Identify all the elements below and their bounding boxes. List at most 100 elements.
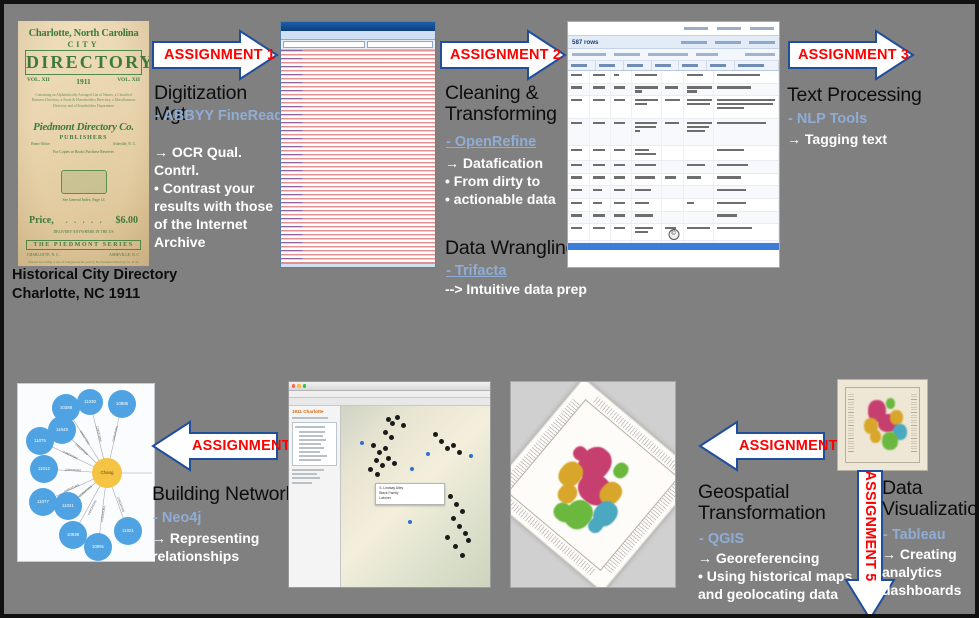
network-center-label: Chang xyxy=(101,470,114,475)
openrefine-scrollbar[interactable] xyxy=(568,243,779,250)
svg-text:11077: 11077 xyxy=(37,499,49,504)
ocr-source-text xyxy=(281,50,435,263)
cover-price-dots: . . . . . xyxy=(65,215,104,226)
ocr-tabstrip xyxy=(281,31,435,40)
cover-price-value: $6.00 xyxy=(115,215,138,227)
cover-seal xyxy=(60,170,107,195)
step-6-tool: - Neo4j xyxy=(153,510,202,526)
step-5-bullets: → Creating analytics dashboards xyxy=(882,546,962,599)
map-sheet xyxy=(511,382,675,587)
table-row xyxy=(568,83,779,97)
assignment-4-arrow-label: ASSIGNMENT 4 xyxy=(739,438,851,454)
step-2-tool-2: - Trifacta xyxy=(446,263,507,279)
step-2-tool: - OpenRefine xyxy=(446,134,537,150)
cover-index-note: See General Index, Page 14 xyxy=(62,198,105,203)
cover-city-word: CITY xyxy=(67,40,100,49)
ocr-titlebar xyxy=(281,22,435,31)
table-row xyxy=(568,146,779,162)
assignment-1-arrow-label: ASSIGNMENT 1 xyxy=(164,47,276,63)
openrefine-row-count: 587 rows xyxy=(572,38,599,46)
svg-text:11021: 11021 xyxy=(122,528,134,533)
svg-text:COEDITORS: COEDITORS xyxy=(74,442,89,456)
assignment-6-arrow[interactable]: ASSIGNMENT 6 xyxy=(151,420,303,472)
table-row xyxy=(568,71,779,84)
cover-series: THE PIEDMONT SERIES xyxy=(26,240,141,251)
svg-text:COEDITORS: COEDITORS xyxy=(65,468,81,473)
assignment-3-arrow[interactable]: ASSIGNMENT 3 xyxy=(788,29,915,81)
map-feature-popup: S. Lindsay Alley Black Family Laborer xyxy=(375,483,446,505)
assignment-6-arrow-label: ASSIGNMENT 6 xyxy=(192,438,304,454)
svg-text:10885: 10885 xyxy=(116,401,129,406)
svg-text:10939: 10939 xyxy=(67,532,80,537)
step-1-tool: - ABBYY FineReader xyxy=(155,108,297,124)
assignment-3-arrow-label: ASSIGNMENT 3 xyxy=(798,47,910,63)
svg-text:10388: 10388 xyxy=(60,405,73,410)
table-row xyxy=(568,96,779,120)
svg-text:COEDITORS: COEDITORS xyxy=(95,426,103,443)
svg-text:COEDITORS: COEDITORS xyxy=(64,483,80,493)
qgis-layer-title: 1911 Charlotte xyxy=(292,409,324,414)
cover-seal-note: For Copies or Books Purchase Reserves xyxy=(53,150,114,155)
step-5-title: Data Visualization xyxy=(882,477,979,521)
qgis-titlebar xyxy=(289,382,490,391)
table-row xyxy=(568,173,779,187)
cover-foot-left: CHARLOTTE, N. C. xyxy=(27,253,60,258)
ocr-addressbar xyxy=(281,40,435,50)
directory-caption: Historical City Directory Charlotte, NC … xyxy=(12,267,178,302)
openrefine-column-headers xyxy=(568,61,779,71)
table-row xyxy=(568,186,779,199)
svg-text:COEDITORS: COEDITORS xyxy=(111,425,119,442)
cover-year: 1911 xyxy=(76,77,91,86)
ocr-url-field xyxy=(283,41,365,48)
svg-text:COEDITORS: COEDITORS xyxy=(116,496,125,513)
network-svg: COEDITORS COEDITORS COEDITORS COEDITORS … xyxy=(26,389,152,561)
cover-blurb: Containing an Alphabetically Arranged Li… xyxy=(31,93,136,108)
step-3-tool: - NLP Tools xyxy=(788,111,868,127)
svg-text:11012: 11012 xyxy=(38,466,50,471)
qgis-toolbar xyxy=(289,398,490,406)
cover-office-right: Asheville, N. C. xyxy=(112,142,136,147)
svg-text:COEDITORS: COEDITORS xyxy=(100,505,107,522)
cover-foot-right: ASHEVILLE, N. C. xyxy=(109,253,140,258)
step-2-title: Cleaning & Transforming xyxy=(445,82,557,126)
table-row xyxy=(568,119,779,147)
table-row xyxy=(568,198,779,212)
step-2-bullets-2: --> Intuitive data prep xyxy=(445,281,587,297)
qgis-urlbar xyxy=(289,391,490,398)
cover-vol-left: VOL. XII xyxy=(27,77,50,83)
svg-text:11030: 11030 xyxy=(84,399,96,404)
svg-text:COEDITORS: COEDITORS xyxy=(79,430,91,446)
svg-text:COEDITORS: COEDITORS xyxy=(78,484,93,497)
neo4j-network-graph-image: COEDITORS COEDITORS COEDITORS COEDITORS … xyxy=(17,383,155,562)
assignment-4-arrow[interactable]: ASSIGNMENT 4 xyxy=(698,420,850,472)
table-row xyxy=(568,241,779,243)
table-row xyxy=(568,211,779,225)
cover-office-left: Home Office xyxy=(31,142,50,147)
workflow-diagram: Charlotte, North Carolina CITY DIRECTORY… xyxy=(0,0,979,618)
qgis-map-canvas[interactable]: S. Lindsay Alley Black Family Laborer xyxy=(341,406,490,587)
svg-text:11075: 11075 xyxy=(34,438,46,443)
qgis-main: 1911 Charlotte S. Lindsay Alley Black Fa… xyxy=(289,406,490,587)
step-4-title: Geospatial Transformation xyxy=(698,481,826,525)
ocr-search-field xyxy=(367,41,433,48)
cover-vol-right: VOL. XII xyxy=(117,77,140,83)
copyright-icon: © xyxy=(668,229,679,240)
historical-directory-cover-image: Charlotte, North Carolina CITY DIRECTORY… xyxy=(18,21,149,266)
cover-publisher: Piedmont Directory Co. xyxy=(33,121,134,134)
step-4-bullets: → Georeferencing • Using historical maps… xyxy=(698,550,853,603)
cover-line1: Charlotte, North Carolina xyxy=(28,28,139,39)
ocr-xml-window-screenshot xyxy=(280,21,436,268)
svg-text:10991: 10991 xyxy=(92,544,105,549)
openrefine-data-grid: © xyxy=(568,71,779,243)
cover-price-note: DELIVERY ANYWHERE IN THE US xyxy=(53,230,114,235)
assignment-2-arrow-label: ASSIGNMENT 2 xyxy=(450,47,562,63)
openrefine-table-screenshot: 587 rows © xyxy=(567,21,780,268)
assignment-1-arrow[interactable]: ASSIGNMENT 1 xyxy=(152,29,279,81)
svg-text:COEDITORS: COEDITORS xyxy=(62,450,78,461)
assignment-2-arrow[interactable]: ASSIGNMENT 2 xyxy=(440,29,567,81)
popup-line-3: Laborer xyxy=(379,496,391,501)
step-2-bullets: → Datafication • From dirty to • actiona… xyxy=(445,155,556,208)
cover-directory-word: DIRECTORY xyxy=(25,50,149,75)
step-3-bullets: → Tagging text xyxy=(787,131,888,147)
tableau-dashboard-thumbnail xyxy=(837,379,928,471)
